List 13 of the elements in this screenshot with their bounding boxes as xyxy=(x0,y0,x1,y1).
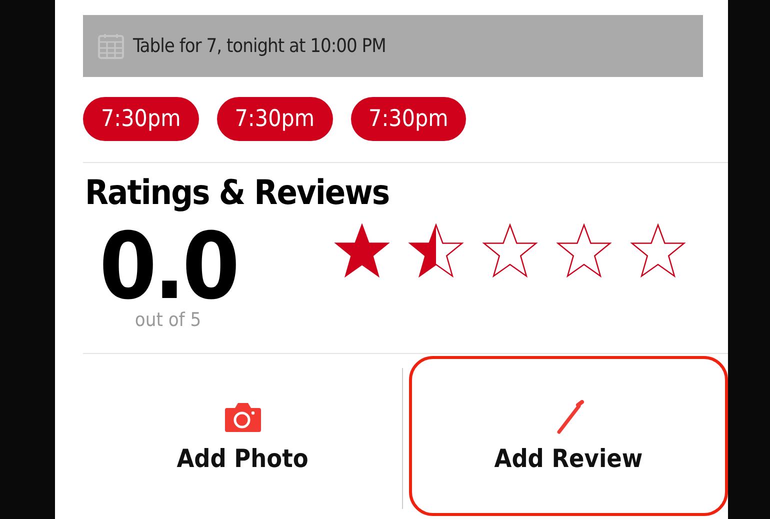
star-icon xyxy=(481,222,539,280)
section-title: Ratings & Reviews xyxy=(85,173,390,213)
star-icon xyxy=(555,222,613,280)
reservation-text: Table for 7, tonight at 10:00 PM xyxy=(133,35,386,57)
star-icon xyxy=(629,222,687,280)
rating-scale: out of 5 xyxy=(134,309,202,331)
star-icon xyxy=(333,222,391,280)
add-review-button[interactable]: Add Review xyxy=(409,356,728,516)
star-icon xyxy=(407,222,465,280)
time-slot-button[interactable]: 7:30pm xyxy=(216,97,333,141)
calendar-icon xyxy=(97,32,125,60)
time-slot-button[interactable]: 7:30pm xyxy=(350,97,466,141)
time-slot-button[interactable]: 7:30pm xyxy=(83,97,199,141)
